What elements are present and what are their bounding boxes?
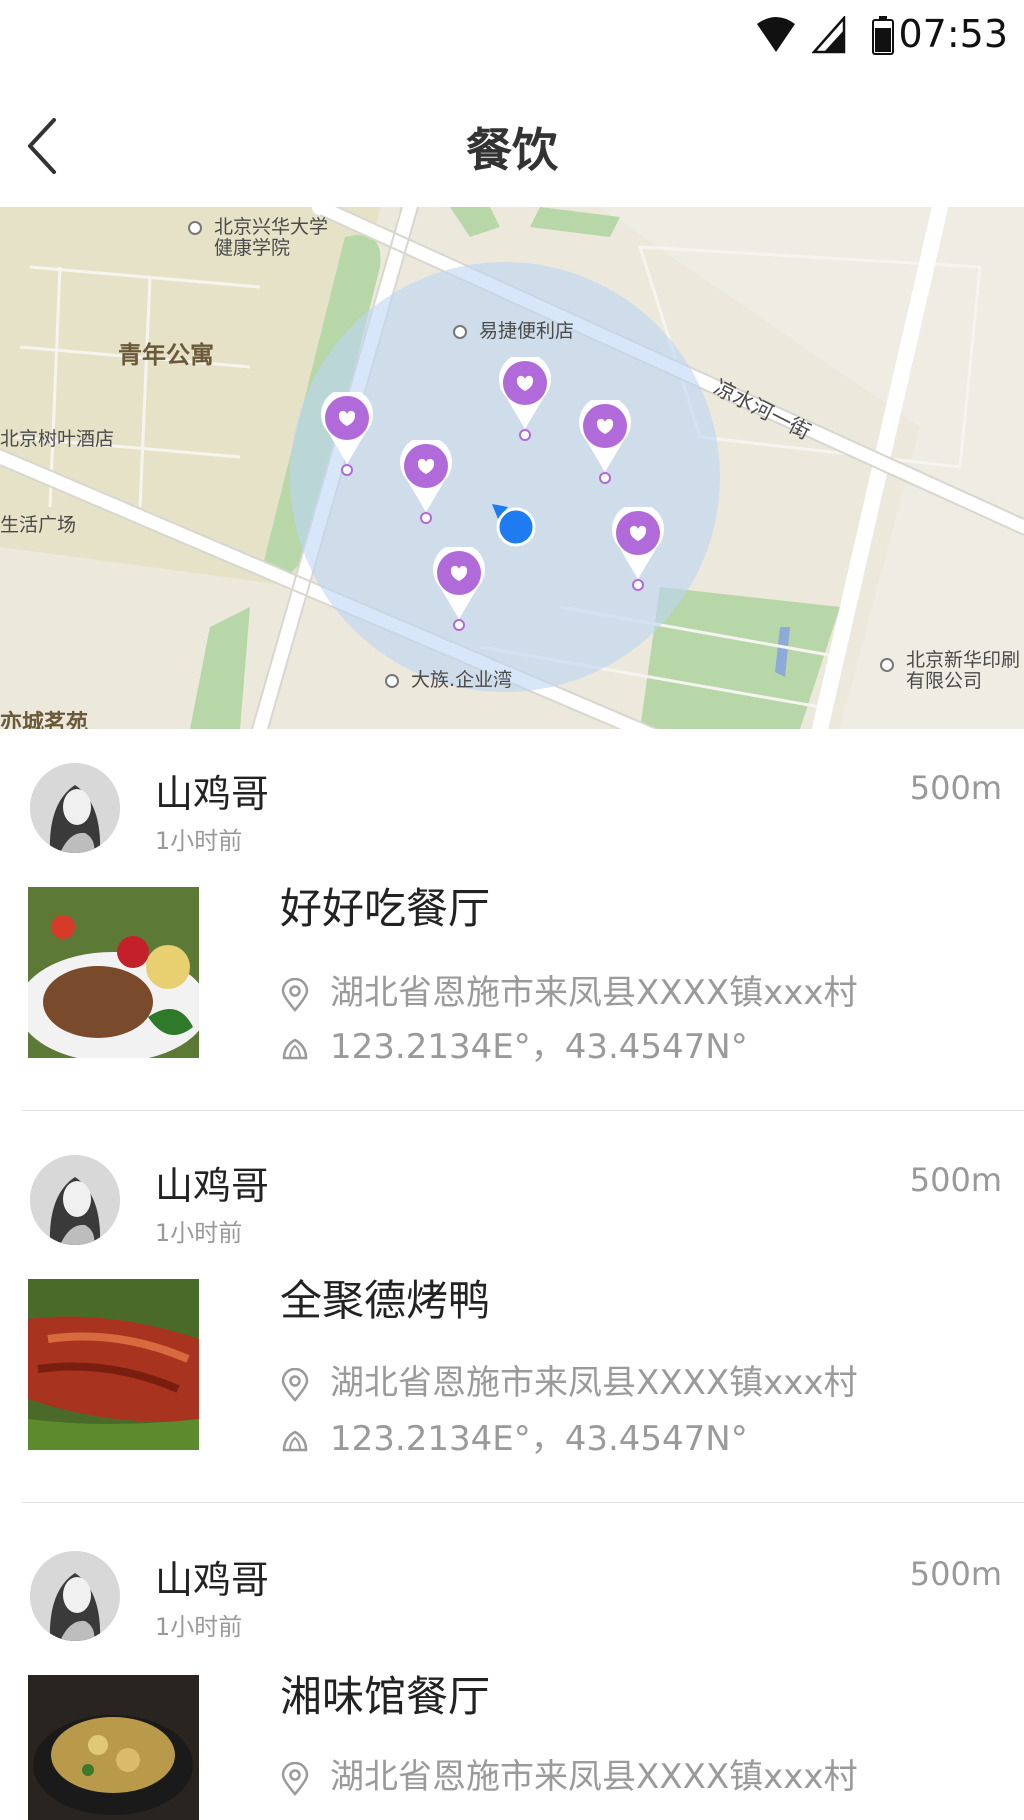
distance-label: 500m [909, 1555, 1002, 1593]
location-pin-icon [281, 1367, 309, 1402]
map-marker[interactable] [399, 440, 453, 524]
food-image [28, 1279, 199, 1450]
user-name: 山鸡哥 [155, 772, 270, 816]
poi-dot-icon [880, 658, 894, 672]
map-pin-icon [433, 547, 485, 631]
map-pin-icon [612, 507, 664, 591]
location-pin-icon [281, 977, 309, 1012]
map-marker[interactable] [320, 392, 374, 476]
map-marker[interactable] [578, 400, 632, 484]
poi-dot-icon [385, 673, 399, 688]
post-time: 1小时前 [155, 1219, 243, 1247]
status-time: 07:53 [898, 12, 1008, 56]
restaurant-name: 好好吃餐厅 [280, 884, 491, 933]
user-name: 山鸡哥 [155, 1164, 270, 1208]
food-image [28, 887, 199, 1058]
map-pin-icon [400, 440, 452, 524]
app-header: 餐饮 [0, 80, 1024, 207]
location-pin-icon [281, 1761, 309, 1796]
cell-signal-icon [812, 16, 846, 54]
list-item[interactable]: 山鸡哥 1小时前 500m 好好吃餐厅 湖北省恩施市来凤县XXXX镇xxx村 1… [0, 729, 1024, 1110]
post-time: 1小时前 [155, 827, 243, 855]
address-row: 湖北省恩施市来凤县XXXX镇xxx村 [280, 1749, 858, 1798]
map-poi-label: 北京兴华大学 健康学院 [188, 217, 328, 259]
food-image [28, 1675, 199, 1820]
avatar [30, 1155, 120, 1245]
map-poi-label: 易捷便利店 [453, 321, 574, 342]
address-row: 湖北省恩施市来凤县XXXX镇xxx村 [280, 1355, 858, 1404]
map-poi-label: 生活广场 [0, 514, 77, 536]
map-canvas [0, 207, 1024, 729]
map-marker[interactable] [432, 547, 486, 631]
status-bar: 07:53 [0, 0, 1024, 80]
battery-icon [872, 16, 894, 55]
avatar [30, 763, 120, 853]
map-marker[interactable] [498, 357, 552, 441]
map-pin-icon [321, 392, 373, 476]
store-icon [453, 324, 467, 339]
map-pin-icon [579, 400, 631, 484]
map-marker[interactable] [611, 507, 665, 591]
user-name: 山鸡哥 [155, 1558, 270, 1602]
list-item[interactable]: 山鸡哥 1小时前 500m 全聚德烤鸭 湖北省恩施市来凤县XXXX镇xxx村 1… [0, 1111, 1024, 1502]
wifi-icon [757, 17, 795, 52]
map-poi-label: 大族.企业湾 [385, 670, 512, 691]
post-time: 1小时前 [155, 1613, 243, 1641]
coordinates-icon [282, 1430, 308, 1451]
distance-label: 500m [909, 1161, 1002, 1199]
map-pin-icon [499, 357, 551, 441]
coords-row: 123.2134E°，43.4547N° [280, 1019, 748, 1068]
coords-row: 123.2134E°，43.4547N° [280, 1411, 748, 1460]
map-view[interactable]: 北京兴华大学 健康学院 青年公寓 易捷便利店 凉水河一街 北京树叶酒店 生活广场… [0, 207, 1024, 729]
poi-dot-icon [188, 220, 202, 235]
map-area-label: 亦城茗苑 [0, 711, 89, 730]
map-area-label: 青年公寓 [118, 341, 214, 369]
avatar [30, 1551, 120, 1641]
page-title: 餐饮 [466, 123, 558, 177]
coordinates-icon [282, 1038, 308, 1059]
restaurant-name: 湘味馆餐厅 [280, 1672, 491, 1721]
distance-label: 500m [909, 769, 1002, 807]
address-row: 湖北省恩施市来凤县XXXX镇xxx村 [280, 965, 858, 1014]
map-poi-label: 北京新华印刷 有限公司 [880, 650, 1020, 692]
restaurant-name: 全聚德烤鸭 [280, 1276, 491, 1325]
list-item[interactable]: 山鸡哥 1小时前 500m 湘味馆餐厅 湖北省恩施市来凤县XXXX镇xxx村 [0, 1503, 1024, 1820]
map-poi-label: 北京树叶酒店 [0, 428, 115, 450]
